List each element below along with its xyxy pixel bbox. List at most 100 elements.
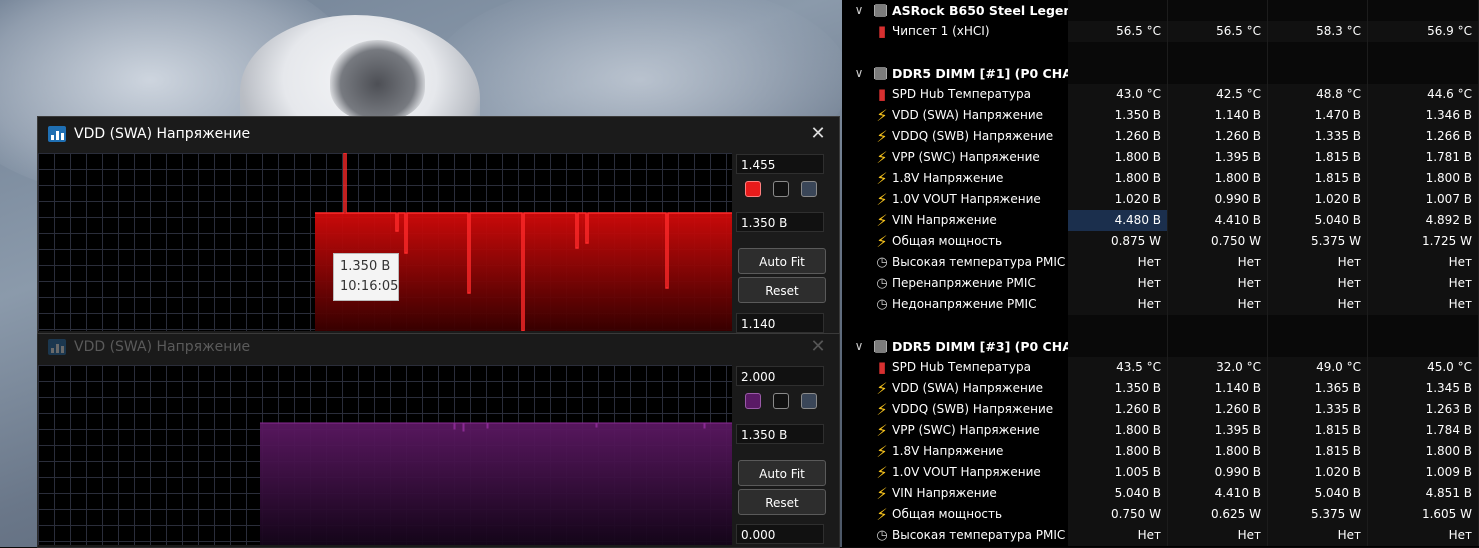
auto-fit-button[interactable]: Auto Fit (738, 460, 826, 486)
sensor-row[interactable]: ◷ Высокая температура PMIC Нет Нет Нет Нет (842, 525, 1479, 546)
max-value-cell[interactable]: 58.3 °C (1268, 21, 1368, 42)
reset-button[interactable]: Reset (738, 489, 826, 515)
current-value-cell[interactable]: Нет (1068, 294, 1168, 315)
max-value-cell[interactable]: Нет (1268, 525, 1368, 546)
sensor-row[interactable]: ⚡︎ VPP (SWC) Напряжение 1.800 В 1.395 В 1.81… (842, 420, 1479, 441)
current-value-cell[interactable]: 0.750 W (1068, 504, 1168, 525)
sensor-row[interactable]: ⚡︎ 1.8V Напряжение 1.800 В 1.800 В 1.815 В 1.… (842, 441, 1479, 462)
sensor-row[interactable]: ▮ Чипсет 1 (xHCI) 56.5 °C 56.5 °C 58.3 °C 56.… (842, 21, 1479, 42)
max-value-cell[interactable]: 1.335 В (1268, 399, 1368, 420)
auto-fit-button[interactable]: Auto Fit (738, 248, 826, 274)
min-value-cell[interactable]: 56.5 °C (1168, 21, 1268, 42)
min-value-cell[interactable]: 4.410 В (1168, 210, 1268, 231)
current-value-cell[interactable]: Нет (1068, 252, 1168, 273)
grid-color-swatch[interactable] (801, 393, 817, 409)
current-value-cell[interactable]: Нет (1068, 273, 1168, 294)
avg-value-cell[interactable]: 1.345 В (1368, 378, 1479, 399)
line-color-swatch[interactable] (745, 393, 761, 409)
max-value-cell[interactable]: Нет (1268, 273, 1368, 294)
min-value-cell[interactable]: 4.410 В (1168, 483, 1268, 504)
min-value-cell[interactable]: 1.800 В (1168, 168, 1268, 189)
sensor-row[interactable]: ⚡︎ VIN Напряжение 4.480 В 4.410 В 5.040 В 4.8… (842, 210, 1479, 231)
avg-value-cell[interactable]: Нет (1368, 525, 1479, 546)
max-value-cell[interactable]: 1.815 В (1268, 147, 1368, 168)
chevron-down-icon[interactable]: ∨ (852, 3, 866, 17)
avg-value-cell[interactable]: 1.605 W (1368, 504, 1479, 525)
min-value-cell[interactable]: 0.750 W (1168, 231, 1268, 252)
min-value-cell[interactable]: 1.395 В (1168, 420, 1268, 441)
sensor-panel[interactable]: ∨ ASRock B650 Steel Legend WiFi (AMD Чипс… (842, 0, 1479, 547)
max-value-cell[interactable]: Нет (1268, 294, 1368, 315)
window-titlebar[interactable]: VDD (SWA) Напряжение ✕ (38, 334, 839, 362)
max-value-cell[interactable]: 5.375 W (1268, 231, 1368, 252)
min-value-cell[interactable]: 42.5 °C (1168, 84, 1268, 105)
min-value-cell[interactable]: Нет (1168, 273, 1268, 294)
line-color-swatch[interactable] (745, 181, 761, 197)
current-value-cell[interactable]: 43.5 °C (1068, 357, 1168, 378)
current-value-cell[interactable]: 1.350 В (1068, 105, 1168, 126)
avg-value-cell[interactable]: 44.6 °C (1368, 84, 1479, 105)
min-value-cell[interactable]: 1.395 В (1168, 147, 1268, 168)
window-titlebar[interactable]: VDD (SWA) Напряжение ✕ (38, 117, 839, 151)
avg-value-cell[interactable]: Нет (1368, 294, 1479, 315)
current-value-cell[interactable]: 1.800 В (1068, 168, 1168, 189)
sensor-row[interactable]: ◷ Высокая температура PMIC Нет Нет Нет Нет (842, 252, 1479, 273)
sensor-row[interactable]: ⚡︎ Общая мощность 0.875 W 0.750 W 5.375 W 1.7… (842, 231, 1479, 252)
sensor-row[interactable]: ⚡︎ 1.8V Напряжение 1.800 В 1.800 В 1.815 В 1.… (842, 168, 1479, 189)
max-value-cell[interactable]: 49.0 °C (1268, 357, 1368, 378)
reset-button[interactable]: Reset (738, 277, 826, 303)
max-value-cell[interactable]: 1.470 В (1268, 105, 1368, 126)
avg-value-cell[interactable]: 56.9 °C (1368, 21, 1479, 42)
section-header[interactable]: ∨ ASRock B650 Steel Legend WiFi (AMD Чипс… (842, 0, 1479, 21)
max-value-cell[interactable]: 1.815 В (1268, 420, 1368, 441)
max-value-cell[interactable]: 1.815 В (1268, 441, 1368, 462)
grid-color-swatch[interactable] (801, 181, 817, 197)
avg-value-cell[interactable]: 45.0 °C (1368, 357, 1479, 378)
close-icon[interactable]: ✕ (807, 123, 829, 145)
max-value-cell[interactable]: 48.8 °C (1268, 84, 1368, 105)
avg-value-cell[interactable]: Нет (1368, 273, 1479, 294)
sensor-row[interactable]: ⚡︎ 1.0V VOUT Напряжение 1.005 В 0.990 В 1.02… (842, 462, 1479, 483)
graph-plot-area[interactable] (38, 365, 732, 545)
max-value-cell[interactable]: 1.020 В (1268, 189, 1368, 210)
section-header[interactable]: ∨ DDR5 DIMM [#1] (P0 CHANNEL A/DIMM 1) (842, 63, 1479, 84)
avg-value-cell[interactable]: 1.800 В (1368, 168, 1479, 189)
sensor-row[interactable]: ▮ SPD Hub Температура 43.5 °C 32.0 °C 49.0 °… (842, 357, 1479, 378)
chevron-down-icon[interactable]: ∨ (852, 66, 866, 80)
min-value-cell[interactable]: 1.260 В (1168, 126, 1268, 147)
graph-window-active[interactable]: VDD (SWA) Напряжение ✕ 1.350 В 10:16:05 … (37, 116, 840, 334)
max-value-cell[interactable]: 1.020 В (1268, 462, 1368, 483)
avg-value-cell[interactable]: Нет (1368, 252, 1479, 273)
avg-value-cell[interactable]: 1.009 В (1368, 462, 1479, 483)
current-value-cell[interactable]: 1.800 В (1068, 147, 1168, 168)
max-value-cell[interactable]: 5.040 В (1268, 483, 1368, 504)
current-value-cell[interactable]: 1.005 В (1068, 462, 1168, 483)
sensor-row[interactable]: ◷ Недонапряжение PMIC Нет Нет Нет Нет (842, 294, 1479, 315)
current-value-cell[interactable]: 56.5 °C (1068, 21, 1168, 42)
avg-value-cell[interactable]: 1.784 В (1368, 420, 1479, 441)
avg-value-cell[interactable]: 1.781 В (1368, 147, 1479, 168)
avg-value-cell[interactable]: 1.007 В (1368, 189, 1479, 210)
background-color-swatch[interactable] (773, 181, 789, 197)
sensor-row[interactable]: ⚡︎ VPP (SWC) Напряжение 1.800 В 1.395 В 1.81… (842, 147, 1479, 168)
current-value-cell[interactable]: 1.800 В (1068, 441, 1168, 462)
max-value-cell[interactable]: Нет (1268, 252, 1368, 273)
max-value-cell[interactable]: 1.365 В (1268, 378, 1368, 399)
background-color-swatch[interactable] (773, 393, 789, 409)
max-value-cell[interactable]: 1.335 В (1268, 126, 1368, 147)
avg-value-cell[interactable]: 4.892 В (1368, 210, 1479, 231)
graph-plot-area[interactable]: 1.350 В 10:16:05 (38, 153, 732, 331)
current-value-cell[interactable]: Нет (1068, 525, 1168, 546)
avg-value-cell[interactable]: 1.800 В (1368, 441, 1479, 462)
close-icon[interactable]: ✕ (807, 336, 829, 358)
current-value-cell[interactable]: 4.480 В (1068, 210, 1168, 231)
sensor-row[interactable]: ⚡︎ VIN Напряжение 5.040 В 4.410 В 5.040 В 4.8… (842, 483, 1479, 504)
current-value-cell[interactable]: 1.260 В (1068, 399, 1168, 420)
current-value-cell[interactable]: 0.875 W (1068, 231, 1168, 252)
sensor-row[interactable]: ⚡︎ VDD (SWA) Напряжение 1.350 В 1.140 В 1.47… (842, 105, 1479, 126)
min-value-cell[interactable]: 0.990 В (1168, 189, 1268, 210)
min-value-cell[interactable]: Нет (1168, 294, 1268, 315)
current-value-cell[interactable]: 1.350 В (1068, 378, 1168, 399)
sensor-row[interactable]: ▮ SPD Hub Температура 43.0 °C 42.5 °C 48.8 °… (842, 84, 1479, 105)
min-value-cell[interactable]: 0.625 W (1168, 504, 1268, 525)
